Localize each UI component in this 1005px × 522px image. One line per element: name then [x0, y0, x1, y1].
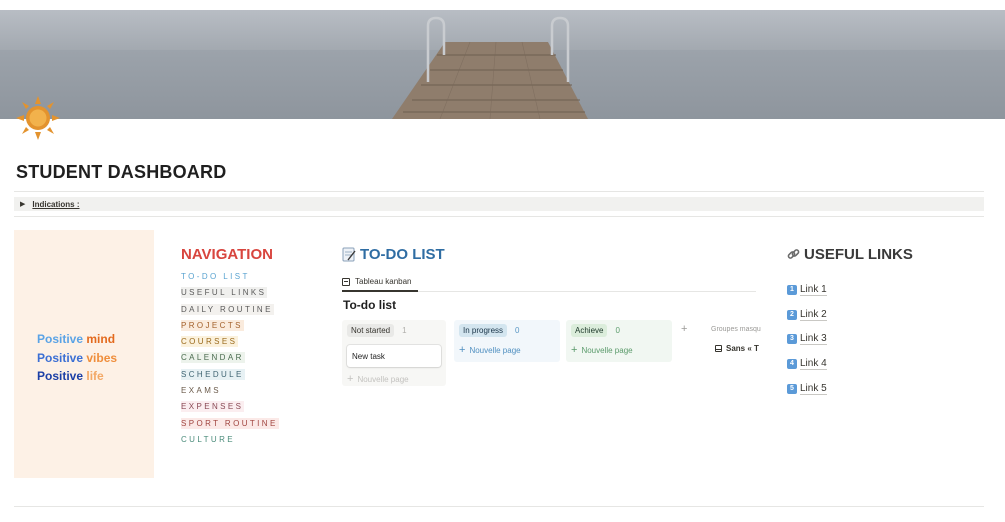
status-pill[interactable]: Achieve: [571, 324, 608, 337]
hidden-group-item[interactable]: Sans « T: [715, 344, 760, 353]
column-header[interactable]: Achieve 0: [571, 324, 667, 337]
keycap-five-icon: 5: [787, 383, 797, 394]
plus-icon: +: [459, 344, 466, 356]
new-page-button[interactable]: + Nouvelle page: [347, 372, 441, 386]
nav-item-calendar[interactable]: CALENDAR: [181, 352, 279, 368]
indications-toggle[interactable]: ▶ Indications :: [14, 197, 984, 211]
tab-kanban-view[interactable]: Tableau kanban: [342, 273, 418, 292]
toggle-triangle-icon[interactable]: ▶: [20, 200, 25, 208]
nav-item-schedule[interactable]: SCHEDULE: [181, 368, 279, 385]
plus-icon: +: [571, 344, 578, 356]
navigation-list: TO-DO LIST USEFUL LINKS DAILY ROUTINE PR…: [181, 271, 279, 450]
inbox-icon: [715, 345, 722, 352]
useful-links-heading: USEFUL LINKS: [787, 246, 913, 263]
nav-item-culture[interactable]: CULTURE: [181, 434, 279, 450]
link-item-4[interactable]: 4 Link 4: [787, 352, 827, 377]
pier-illustration: [392, 16, 588, 119]
todo-heading: TO-DO LIST: [342, 246, 445, 263]
divider: [14, 506, 984, 507]
tab-label: Tableau kanban: [355, 277, 412, 286]
status-pill[interactable]: Not started: [347, 324, 395, 337]
table-icon: [342, 277, 350, 286]
nav-item-useful-links[interactable]: USEFUL LINKS: [181, 287, 279, 303]
nav-item-courses[interactable]: COURSES: [181, 336, 279, 352]
divider: [14, 191, 984, 192]
column-header[interactable]: Not started 1: [347, 324, 441, 337]
page-title: STUDENT DASHBOARD: [16, 162, 227, 182]
link-item-3[interactable]: 3 Link 3: [787, 327, 827, 352]
keycap-four-icon: 4: [787, 359, 797, 370]
vibes-line: Positive mind: [37, 332, 116, 346]
column-header[interactable]: In progress 0: [459, 324, 555, 337]
new-page-button[interactable]: + Nouvelle page: [571, 343, 667, 357]
kanban-card[interactable]: New task: [347, 345, 441, 367]
kanban-column-in-progress: In progress 0 + Nouvelle page: [454, 320, 560, 362]
keycap-one-icon: 1: [787, 285, 797, 296]
nav-item-sport-routine[interactable]: SPORT ROUTINE: [181, 417, 279, 434]
column-count: 0: [515, 326, 520, 335]
add-group-button[interactable]: +: [681, 323, 687, 335]
todo-heading-label: TO-DO LIST: [360, 246, 445, 263]
vibes-line: Positive vibes: [37, 350, 118, 365]
nav-item-exams[interactable]: EXAMS: [181, 385, 279, 401]
vibes-text: Positive mind Positive vibes Positive li…: [37, 330, 117, 386]
link-item-2[interactable]: 2 Link 2: [787, 303, 827, 328]
hidden-groups-label: Groupes masqués: [711, 326, 761, 333]
board-title[interactable]: To-do list: [343, 298, 396, 312]
nav-item-todo[interactable]: TO-DO LIST: [181, 271, 279, 287]
column-count: 1: [402, 326, 407, 335]
nav-item-daily-routine[interactable]: DAILY ROUTINE: [181, 303, 279, 320]
status-pill[interactable]: In progress: [459, 324, 508, 337]
kanban-column-not-started: Not started 1 New task + Nouvelle page: [342, 320, 446, 386]
navigation-heading: NAVIGATION: [181, 246, 273, 263]
memo-icon: [342, 247, 356, 262]
column-count: 0: [615, 326, 620, 335]
keycap-two-icon: 2: [787, 309, 797, 320]
useful-links-label: USEFUL LINKS: [804, 246, 913, 263]
divider: [14, 216, 984, 217]
vibes-line: Positive life: [37, 369, 104, 383]
nav-item-projects[interactable]: PROJECTS: [181, 319, 279, 336]
kanban-column-achieve: Achieve 0 + Nouvelle page: [566, 320, 672, 362]
link-item-5[interactable]: 5 Link 5: [787, 376, 827, 401]
link-item-1[interactable]: 1 Link 1: [787, 278, 827, 303]
keycap-three-icon: 3: [787, 334, 797, 345]
plus-icon: +: [347, 373, 354, 385]
sun-icon[interactable]: [16, 96, 60, 140]
link-icon: [787, 249, 800, 259]
nav-item-expenses[interactable]: EXPENSES: [181, 401, 279, 417]
view-tab-bar: Tableau kanban: [342, 273, 756, 292]
cover-image: [0, 10, 1005, 119]
toggle-label: Indications :: [32, 199, 80, 209]
links-list: 1 Link 1 2 Link 2 3 Link 3 4 Link 4 5 Link 5: [787, 278, 827, 401]
new-page-button[interactable]: + Nouvelle page: [459, 343, 555, 357]
